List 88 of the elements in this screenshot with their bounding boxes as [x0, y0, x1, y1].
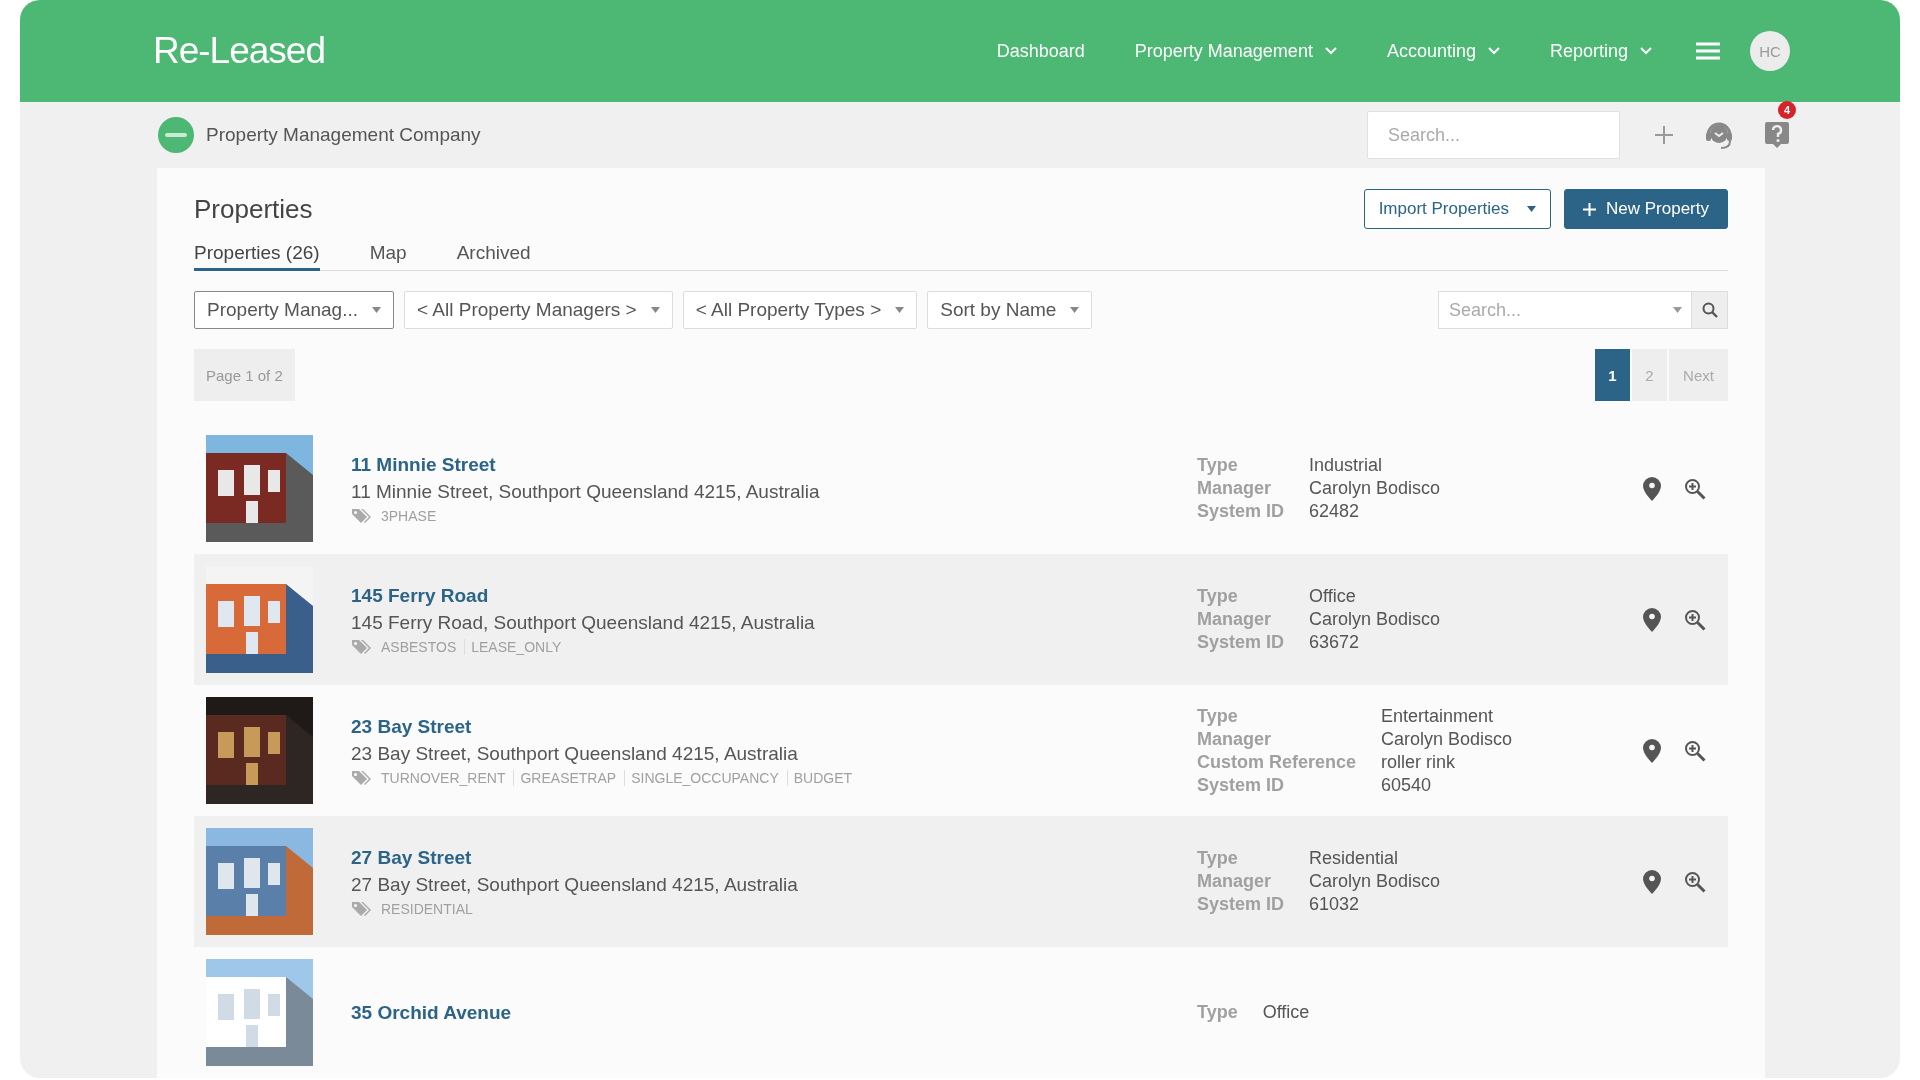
property-name-link[interactable]: 35 Orchid Avenue [351, 1001, 512, 1024]
caret-icon [1070, 307, 1080, 313]
chevron-down-icon [1324, 47, 1337, 55]
detail-value: Entertainment [1381, 704, 1495, 728]
import-properties-button[interactable]: Import Properties [1363, 189, 1551, 229]
caret-icon [650, 307, 660, 313]
map-pin-icon[interactable] [1642, 475, 1662, 502]
zoom-in-icon[interactable] [1684, 477, 1706, 500]
detail-label: Type [1197, 704, 1239, 728]
filter-dropdown[interactable]: < All Property Managers > [404, 291, 673, 329]
property-tag: ASBESTOS [381, 638, 457, 655]
zoom-in-icon[interactable] [1684, 608, 1706, 631]
map-pin-icon[interactable] [1642, 737, 1662, 764]
detail-label: Custom Reference [1197, 750, 1357, 774]
tag-icon [351, 769, 373, 786]
caret-icon [372, 307, 382, 313]
plus-icon [1583, 202, 1596, 216]
page-link[interactable]: 1 [1595, 349, 1630, 401]
detail-value: Carolyn Bodisco [1309, 477, 1441, 500]
property-address: 11 Minnie Street, Southport Queensland 4215, Australia [351, 480, 820, 503]
company-logo [158, 117, 194, 153]
detail-value: Office [1309, 585, 1357, 608]
detail-label: Manager [1197, 727, 1273, 751]
property-tag: BUDGET [786, 769, 853, 786]
property-tag: GREASETRAP [513, 769, 617, 786]
detail-label: Type [1197, 585, 1239, 608]
headset-icon[interactable] [1704, 120, 1734, 150]
detail-label: System ID [1197, 773, 1286, 797]
detail-label: System ID [1197, 893, 1285, 916]
zoom-in-icon[interactable] [1684, 870, 1706, 893]
detail-value: Carolyn Bodisco [1309, 608, 1441, 631]
detail-label: Type [1197, 1001, 1238, 1024]
tab[interactable]: Archived [456, 242, 531, 271]
property-tag: LEASE_ONLY [464, 638, 562, 655]
search-button[interactable] [1692, 291, 1728, 329]
tab[interactable]: Map [369, 242, 407, 271]
property-tag: 3PHASE [381, 507, 437, 524]
detail-value: 61032 [1309, 893, 1361, 916]
detail-value: roller rink [1381, 750, 1457, 774]
new-property-button[interactable]: New Property [1564, 189, 1728, 229]
detail-value: Carolyn Bodisco [1309, 870, 1441, 893]
detail-value: Carolyn Bodisco [1381, 727, 1513, 751]
tag-icon [351, 900, 373, 917]
filter-dropdown[interactable]: Property Manag... [194, 291, 395, 329]
detail-label: Manager [1197, 608, 1273, 631]
property-address: 27 Bay Street, Southport Queensland 4215, Australia [351, 873, 798, 896]
property-name-link[interactable]: 23 Bay Street [351, 715, 472, 738]
detail-value: 62482 [1309, 500, 1361, 523]
map-pin-icon[interactable] [1642, 606, 1662, 633]
search-icon [1701, 302, 1718, 318]
help-icon[interactable] [1764, 121, 1790, 149]
detail-label: System ID [1197, 631, 1285, 654]
detail-label: Type [1197, 454, 1239, 477]
property-tag: RESIDENTIAL [381, 900, 473, 917]
caret-icon [1673, 307, 1682, 313]
filter-dropdown[interactable]: Sort by Name [927, 291, 1093, 329]
chevron-down-icon [1487, 47, 1500, 55]
property-address: 145 Ferry Road, Southport Queensland 4215, Australia [351, 611, 815, 634]
tab[interactable]: Properties (26) [194, 242, 320, 271]
chevron-down-icon [1640, 47, 1652, 55]
detail-label: Type [1197, 847, 1239, 870]
detail-label: Manager [1197, 870, 1273, 893]
detail-value: 63672 [1309, 631, 1361, 654]
detail-label: System ID [1197, 500, 1285, 523]
search-field[interactable]: Search... [1438, 291, 1692, 329]
property-name-link[interactable]: 27 Bay Street [351, 846, 472, 869]
detail-value: Office [1262, 1001, 1310, 1024]
company-name[interactable]: Property Management Company [206, 124, 481, 146]
tag-icon [351, 638, 373, 655]
property-tag: SINGLE_OCCUPANCY [624, 769, 779, 786]
map-pin-icon[interactable] [1642, 868, 1662, 895]
detail-value: 60540 [1381, 773, 1433, 797]
caret-icon [1527, 206, 1536, 212]
caret-icon [895, 307, 905, 313]
property-tag: TURNOVER_RENT [381, 769, 506, 786]
detail-value: Industrial [1309, 454, 1384, 477]
page-info: Page 1 of 2 [194, 349, 295, 401]
search-field[interactable]: Search... [1367, 111, 1620, 159]
tag-icon [351, 507, 373, 524]
zoom-in-icon[interactable] [1684, 739, 1706, 762]
detail-label: Manager [1197, 477, 1273, 500]
property-address: 23 Bay Street, Southport Queensland 4215, Australia [351, 742, 798, 765]
page-title: Properties [194, 193, 313, 225]
detail-value: Residential [1309, 847, 1400, 870]
property-name-link[interactable]: 11 Minnie Street [351, 453, 496, 476]
filter-dropdown[interactable]: < All Property Types > [682, 291, 918, 329]
notification-badge: 4 [1778, 101, 1796, 119]
property-name-link[interactable]: 145 Ferry Road [351, 584, 489, 607]
